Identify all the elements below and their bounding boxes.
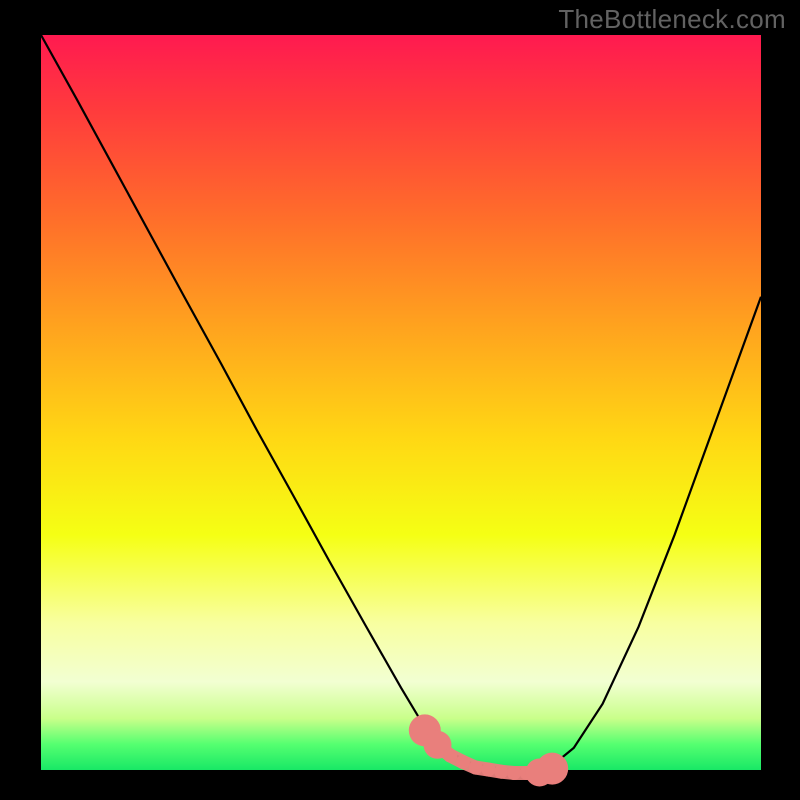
marker-dot — [507, 766, 521, 780]
marker-dot — [482, 763, 496, 777]
marker-dot — [469, 761, 483, 775]
bottleneck-curve — [41, 35, 761, 770]
marker-dot — [494, 765, 508, 779]
marker-dot — [536, 753, 568, 785]
curve-path — [41, 35, 761, 770]
marker-dot — [456, 755, 470, 769]
watermark-text: TheBottleneck.com — [558, 4, 786, 35]
flat-region-markers — [409, 714, 568, 786]
marker-dot — [443, 749, 457, 763]
plot-area — [41, 35, 761, 770]
